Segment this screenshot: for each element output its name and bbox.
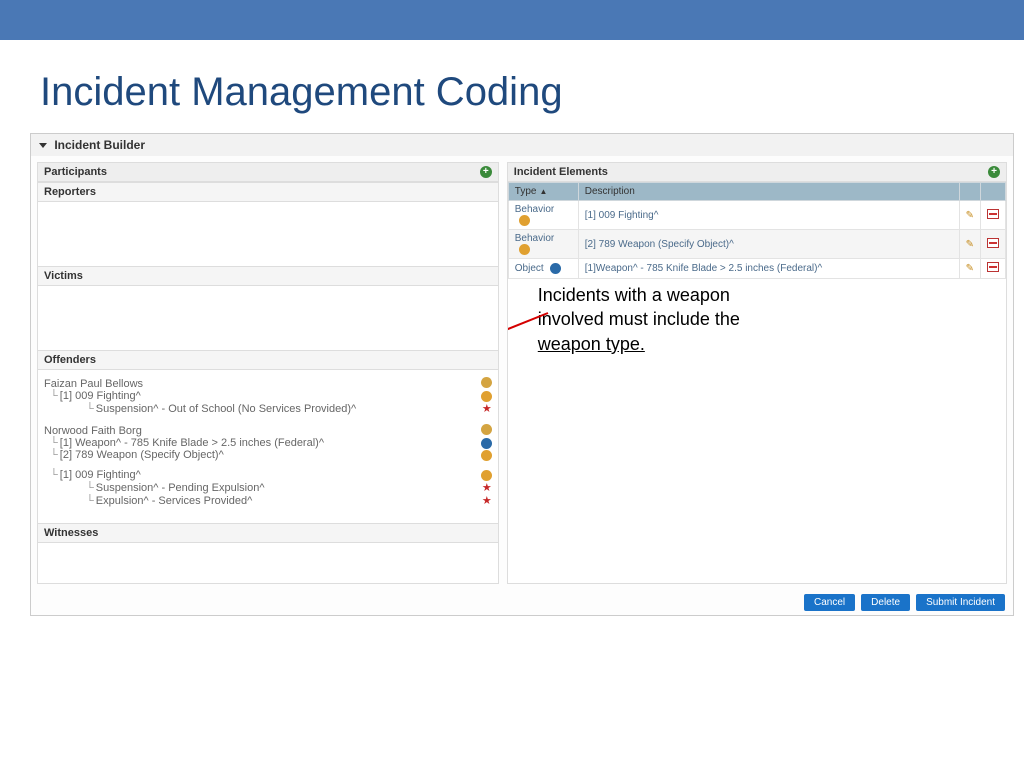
elements-title: Incident Elements: [514, 166, 608, 178]
caret-down-icon: [39, 143, 47, 148]
star-icon: ★: [482, 402, 492, 415]
hand-icon: [481, 470, 492, 481]
row-desc: [1] 009 Fighting^: [578, 201, 959, 230]
delete-button[interactable]: Delete: [861, 594, 910, 611]
col-type[interactable]: Type▲: [508, 183, 578, 201]
offender-line[interactable]: [1] Weapon^ - 785 Knife Blade > 2.5 inch…: [44, 437, 492, 449]
slide-title: Incident Management Coding: [40, 70, 984, 115]
offender-subline[interactable]: Expulsion^ - Services Provided^★: [44, 494, 492, 507]
edit-icon[interactable]: ✎: [966, 263, 974, 274]
cancel-button[interactable]: Cancel: [804, 594, 855, 611]
participants-title: Participants: [44, 166, 107, 178]
offender-name[interactable]: Faizan Paul Bellows: [44, 374, 492, 390]
button-bar: Cancel Delete Submit Incident: [31, 590, 1013, 615]
delete-icon[interactable]: [987, 238, 999, 248]
elements-panel: Incident Elements + Type▲ Description Be…: [507, 162, 1007, 584]
sort-asc-icon: ▲: [539, 187, 547, 196]
table-row[interactable]: Behavior [1] 009 Fighting^ ✎: [508, 201, 1005, 230]
elements-header: Incident Elements +: [508, 163, 1006, 182]
submit-button[interactable]: Submit Incident: [916, 594, 1005, 611]
row-type: Object: [515, 263, 544, 274]
offender-subline[interactable]: Suspension^ - Pending Expulsion^★: [44, 481, 492, 494]
hand-icon: [481, 450, 492, 461]
elements-table: Type▲ Description Behavior [1] 009 Fight…: [508, 182, 1006, 279]
person-icon: [481, 377, 492, 388]
builder-header-label: Incident Builder: [54, 138, 145, 152]
col-edit: [959, 183, 980, 201]
offender-name[interactable]: Norwood Faith Borg: [44, 421, 492, 437]
participants-header: Participants +: [38, 163, 498, 182]
victims-list: [38, 286, 498, 350]
row-desc: [2] 789 Weapon (Specify Object)^: [578, 230, 959, 259]
offender-line[interactable]: [1] 009 Fighting^: [44, 469, 492, 481]
col-desc[interactable]: Description: [578, 183, 959, 201]
row-type: Behavior: [515, 204, 554, 215]
edit-icon[interactable]: ✎: [966, 210, 974, 221]
cube-icon: [481, 438, 492, 449]
delete-icon[interactable]: [987, 262, 999, 272]
offenders-list: Faizan Paul Bellows[1] 009 Fighting^Susp…: [38, 370, 498, 523]
star-icon: ★: [482, 481, 492, 494]
col-delete: [981, 183, 1006, 201]
add-element-icon[interactable]: +: [988, 166, 1000, 178]
table-row[interactable]: Behavior [2] 789 Weapon (Specify Object)…: [508, 230, 1005, 259]
builder-header[interactable]: Incident Builder: [31, 134, 1013, 156]
participants-panel: Participants + Reporters Victims Offende…: [37, 162, 499, 584]
person-icon: [481, 424, 492, 435]
annotation-note: Incidents with a weapon involved must in…: [538, 283, 740, 356]
row-desc: [1]Weapon^ - 785 Knife Blade > 2.5 inche…: [578, 259, 959, 279]
witnesses-list: [38, 543, 498, 583]
reporters-header: Reporters: [38, 182, 498, 202]
offender-line[interactable]: [2] 789 Weapon (Specify Object)^: [44, 449, 492, 461]
reporters-list: [38, 202, 498, 266]
star-icon: ★: [482, 494, 492, 507]
hand-icon: [519, 244, 530, 255]
edit-icon[interactable]: ✎: [966, 239, 974, 250]
offender-subline[interactable]: Suspension^ - Out of School (No Services…: [44, 402, 492, 415]
hand-icon: [519, 215, 530, 226]
offender-line[interactable]: [1] 009 Fighting^: [44, 390, 492, 402]
offenders-header: Offenders: [38, 350, 498, 370]
slide-top-bar: [0, 0, 1024, 40]
add-participant-icon[interactable]: +: [480, 166, 492, 178]
hand-icon: [481, 391, 492, 402]
witnesses-header: Witnesses: [38, 523, 498, 543]
delete-icon[interactable]: [987, 209, 999, 219]
row-type: Behavior: [515, 233, 554, 244]
table-row[interactable]: Object [1]Weapon^ - 785 Knife Blade > 2.…: [508, 259, 1005, 279]
incident-builder-app: Incident Builder Participants + Reporter…: [30, 133, 1014, 616]
victims-header: Victims: [38, 266, 498, 286]
cube-icon: [550, 263, 561, 274]
